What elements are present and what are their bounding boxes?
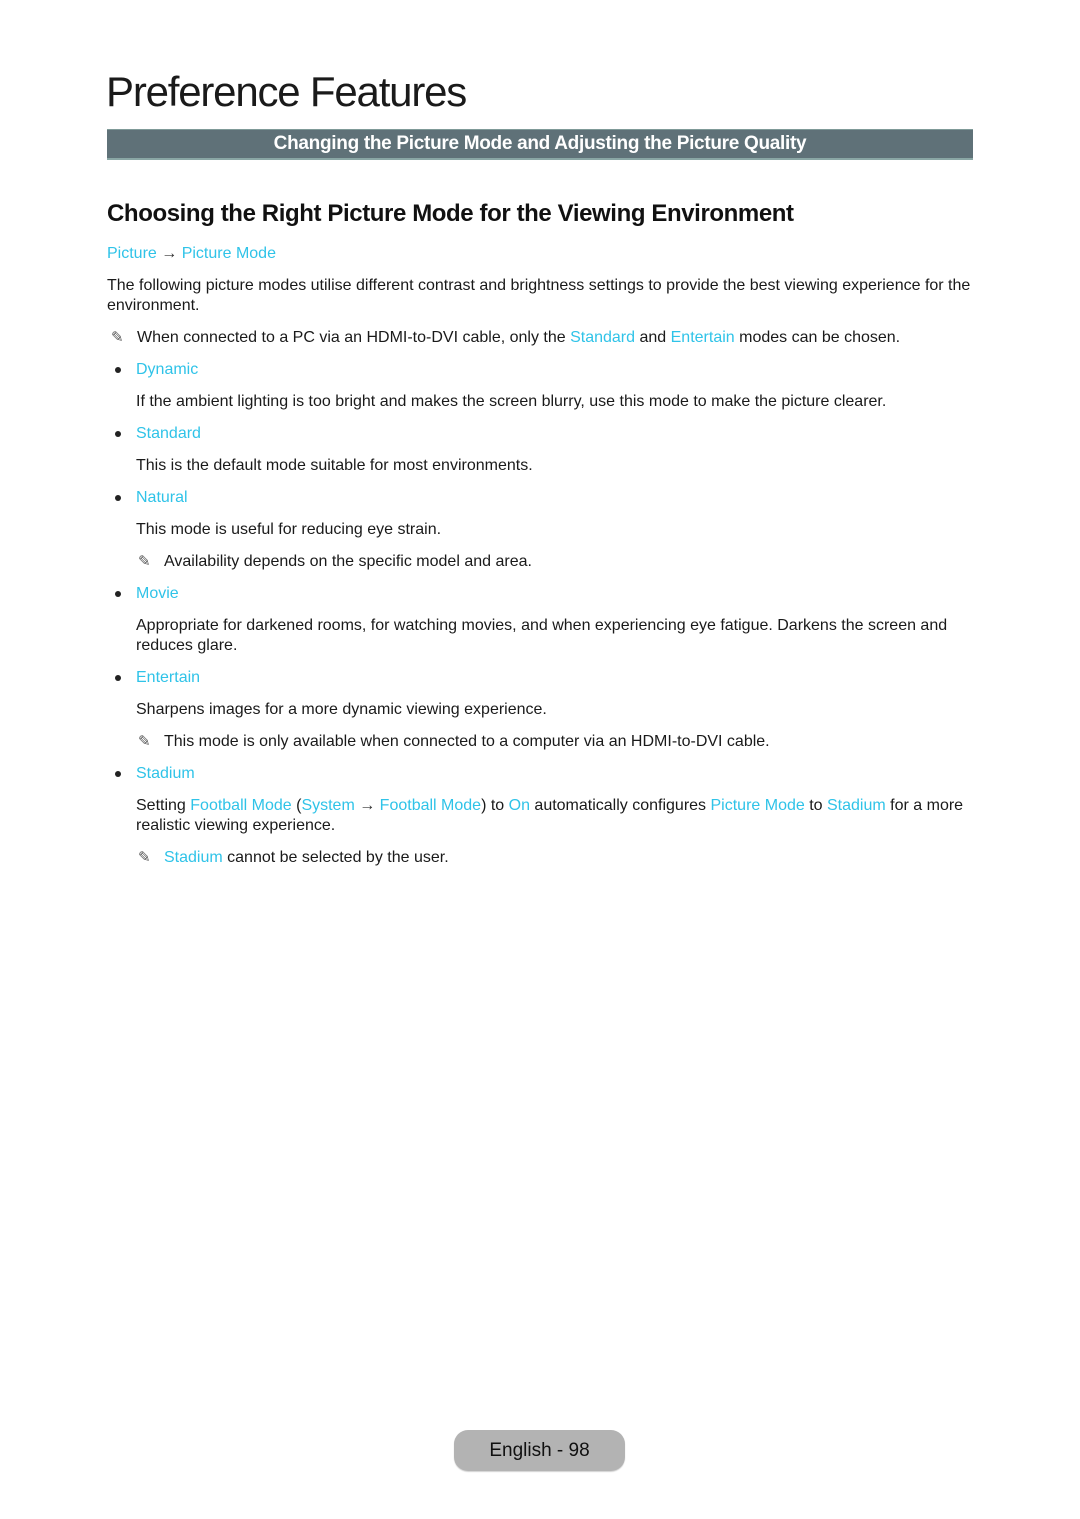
note-pencil-icon: ✎ — [138, 849, 151, 866]
mode-item-dynamic: Dynamic — [115, 360, 973, 380]
bullet-icon — [115, 675, 121, 681]
section-header-bar: Changing the Picture Mode and Adjusting … — [107, 129, 973, 160]
mode-name[interactable]: Movie — [136, 584, 179, 604]
note-pencil-icon: ✎ — [138, 553, 151, 570]
mode-name[interactable]: Dynamic — [136, 360, 198, 380]
mode-note: ✎ This mode is only available when conne… — [138, 732, 973, 752]
link-picture-mode[interactable]: Picture Mode — [711, 797, 805, 814]
link-football-mode[interactable]: Football Mode — [380, 797, 481, 814]
mode-item-standard: Standard — [115, 424, 973, 444]
mode-name[interactable]: Entertain — [136, 668, 200, 688]
note-text: When connected to a PC via an HDMI-to-DV… — [137, 329, 571, 346]
note-text: and — [635, 329, 671, 346]
mode-item-stadium: Stadium — [115, 764, 973, 784]
note-text: Availability depends on the specific mod… — [164, 553, 532, 570]
note-text: cannot be selected by the user. — [222, 849, 449, 866]
mode-description: If the ambient lighting is too bright an… — [136, 393, 887, 410]
link-stadium[interactable]: Stadium — [164, 849, 223, 866]
page-title: Preference Features — [106, 68, 467, 115]
link-standard[interactable]: Standard — [570, 329, 635, 346]
bullet-icon — [115, 591, 121, 597]
mode-description: This mode is useful for reducing eye str… — [136, 521, 442, 538]
link-football-mode[interactable]: Football Mode — [190, 797, 291, 814]
mode-description: Setting Football Mode (System → Football… — [136, 797, 964, 834]
page-number-badge: English - 98 — [454, 1430, 625, 1471]
link-entertain[interactable]: Entertain — [671, 329, 735, 346]
intro-paragraph: The following picture modes utilise diff… — [107, 277, 971, 314]
note-text: This mode is only available when connect… — [164, 733, 770, 750]
link-system[interactable]: System — [301, 797, 354, 814]
note-pencil-icon: ✎ — [138, 733, 151, 750]
mode-item-movie: Movie — [115, 584, 973, 604]
bullet-icon — [115, 367, 121, 373]
arrow-icon: → — [161, 245, 178, 262]
bullet-icon — [115, 771, 121, 777]
mode-name[interactable]: Standard — [136, 424, 201, 444]
arrow-icon: → — [354, 797, 380, 814]
link-stadium[interactable]: Stadium — [827, 797, 886, 814]
breadcrumb-picture[interactable]: Picture — [107, 245, 157, 262]
mode-description: Appropriate for darkened rooms, for watc… — [136, 617, 948, 654]
content-body: Picture → Picture Mode The following pic… — [107, 244, 973, 880]
subheading: Choosing the Right Picture Mode for the … — [107, 200, 794, 227]
note-text: modes can be chosen. — [734, 329, 901, 346]
mode-description: This is the default mode suitable for mo… — [136, 457, 533, 474]
note-pencil-icon: ✎ — [111, 329, 124, 346]
mode-name[interactable]: Stadium — [136, 764, 195, 784]
mode-item-natural: Natural — [115, 488, 973, 508]
bullet-icon — [115, 431, 121, 437]
mode-name[interactable]: Natural — [136, 488, 188, 508]
mode-description: Sharpens images for a more dynamic viewi… — [136, 701, 547, 718]
mode-note: ✎ Stadium cannot be selected by the user… — [138, 848, 973, 868]
bullet-icon — [115, 495, 121, 501]
breadcrumb-picture-mode[interactable]: Picture Mode — [182, 245, 276, 262]
intro-note: ✎ When connected to a PC via an HDMI-to-… — [107, 328, 973, 348]
link-on[interactable]: On — [509, 797, 530, 814]
page-number-label: English - 98 — [489, 1439, 590, 1461]
mode-item-entertain: Entertain — [115, 668, 973, 688]
breadcrumb: Picture → Picture Mode — [107, 244, 973, 264]
section-header-title: Changing the Picture Mode and Adjusting … — [273, 133, 807, 154]
mode-note: ✎ Availability depends on the specific m… — [138, 552, 973, 572]
